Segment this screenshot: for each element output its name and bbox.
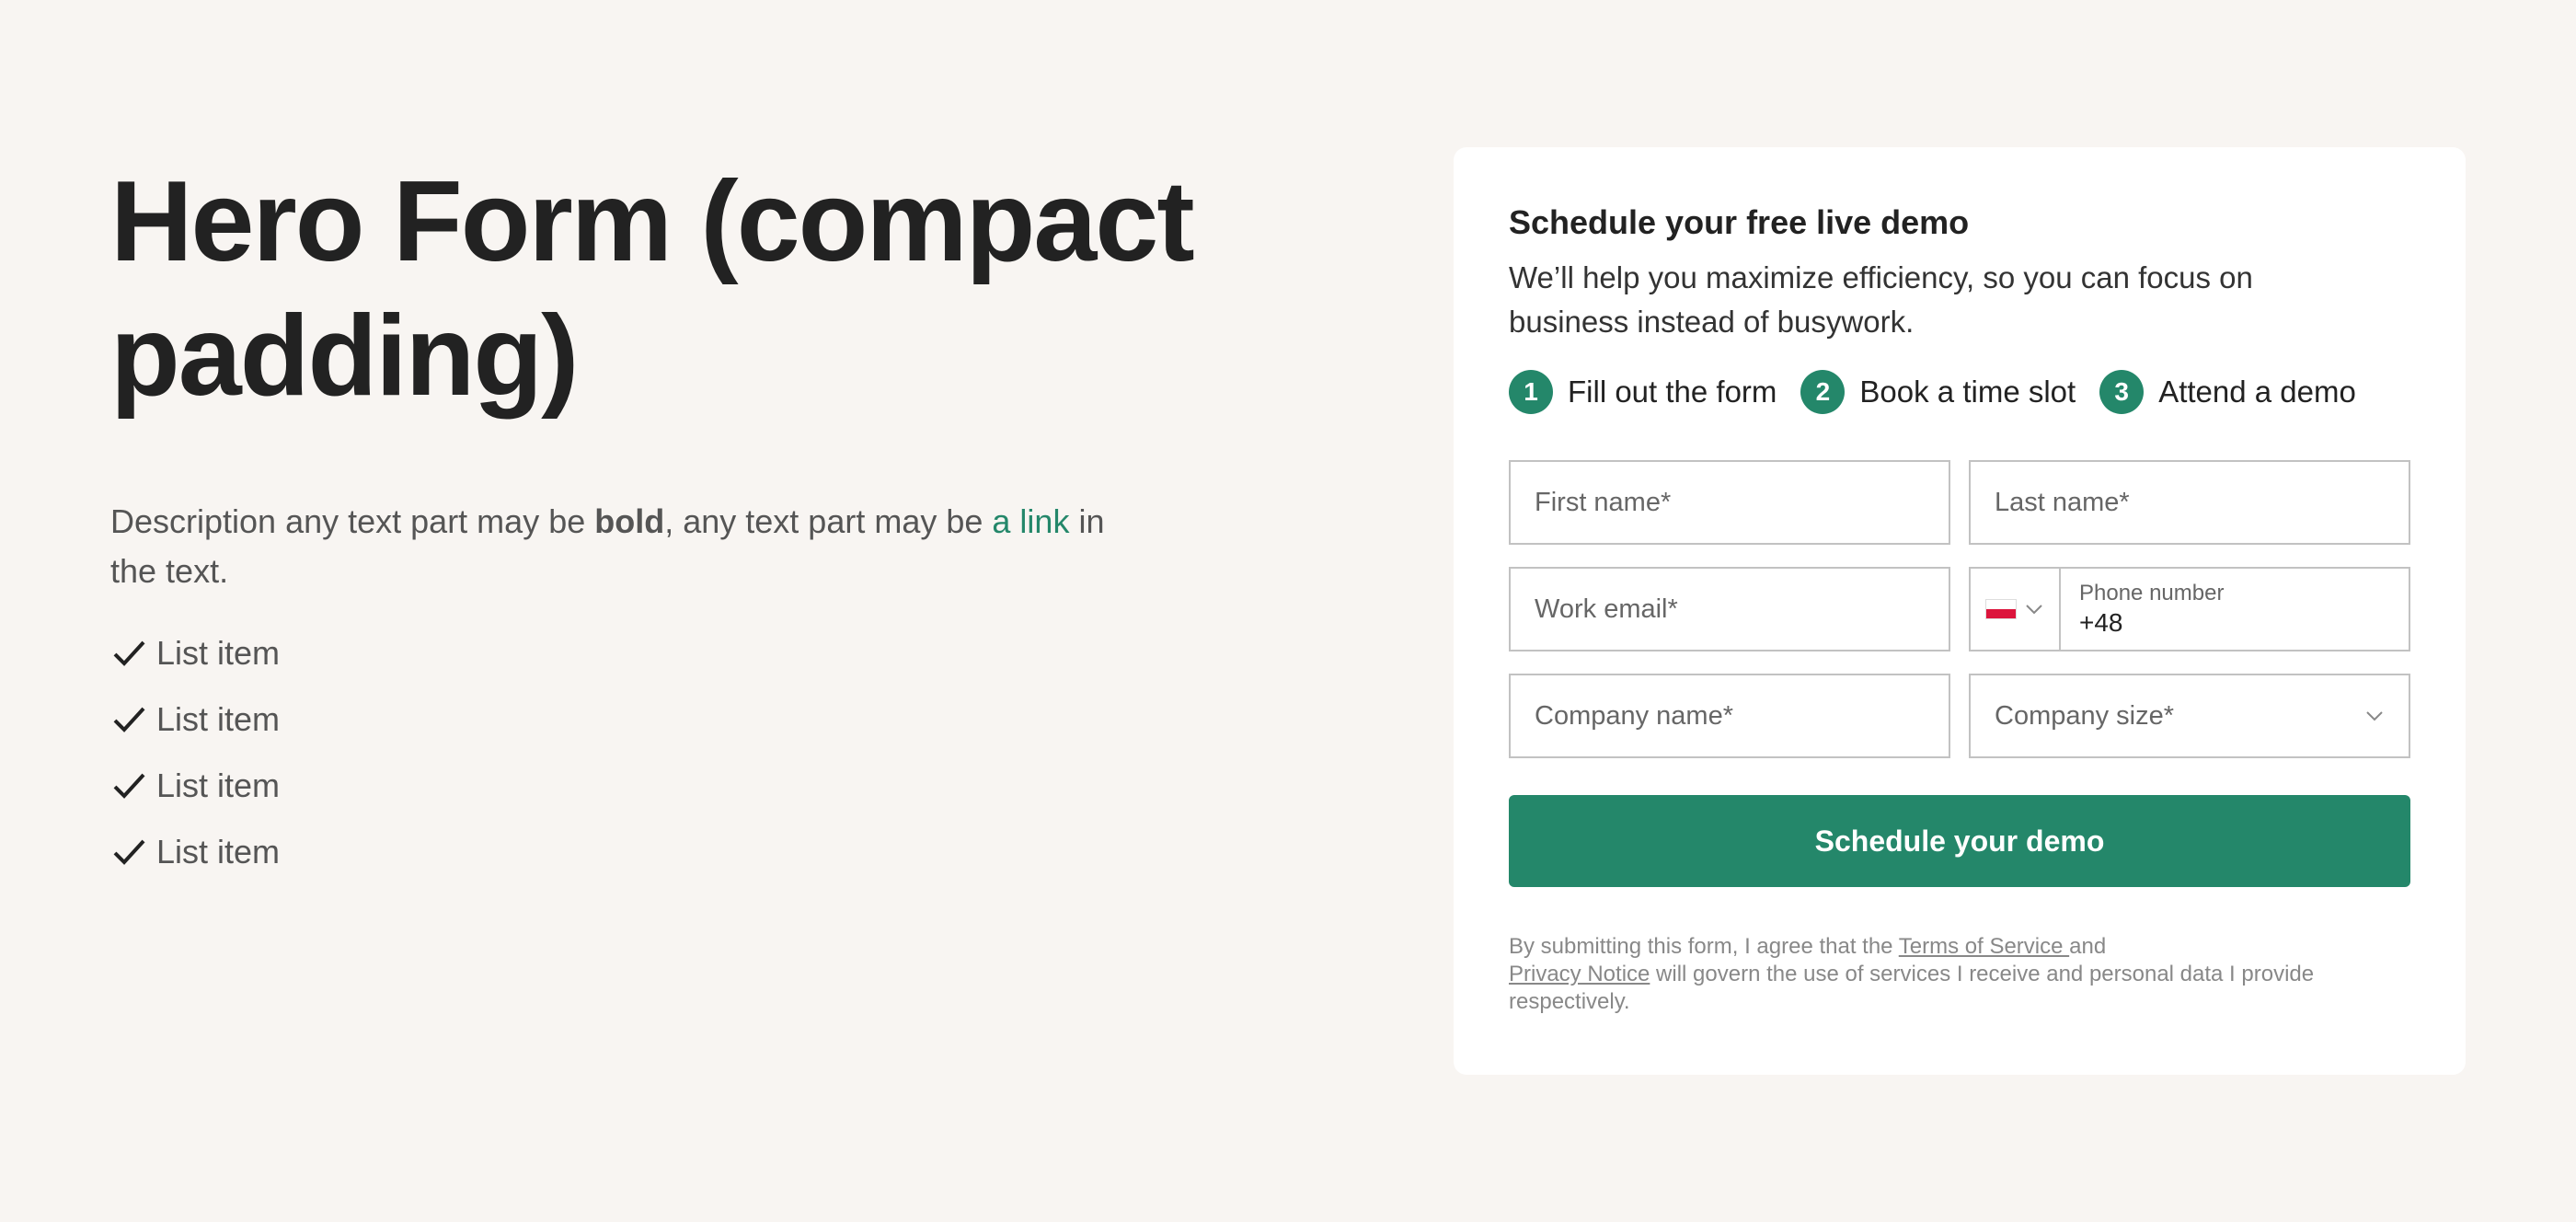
step-label: Book a time slot	[1859, 375, 2076, 409]
legal-text: By submitting this form, I agree that th…	[1509, 934, 1899, 959]
feature-list: List item List item List item List item	[110, 620, 1306, 885]
phone-number-input[interactable]: Phone number +48	[2061, 567, 2409, 651]
check-icon	[110, 834, 147, 870]
steps: 1 Fill out the form 2 Book a time slot 3…	[1509, 368, 2410, 416]
company-name-input[interactable]	[1509, 674, 1950, 758]
check-icon	[110, 635, 147, 672]
demo-form-card: Schedule your free live demo We’ll help …	[1454, 147, 2466, 1075]
work-email-input[interactable]	[1509, 567, 1950, 651]
step-label: Attend a demo	[2158, 375, 2356, 409]
list-item: List item	[110, 620, 1306, 686]
step-3: 3 Attend a demo	[2099, 370, 2356, 414]
list-item: List item	[110, 686, 1306, 753]
phone-number-value: +48	[2079, 608, 2123, 637]
desc-text: Description any text part may be	[110, 502, 595, 540]
step-2: 2 Book a time slot	[1800, 370, 2076, 414]
form-subtitle: We’ll help you maximize efficiency, so y…	[1509, 260, 2253, 339]
desc-link[interactable]: a link	[992, 502, 1069, 540]
step-number-badge: 2	[1800, 370, 1846, 414]
first-name-input[interactable]	[1509, 460, 1950, 545]
phone-field: Phone number +48	[1969, 567, 2410, 651]
list-item-label: List item	[156, 700, 281, 738]
check-icon	[110, 767, 147, 804]
step-1: 1 Fill out the form	[1509, 370, 1777, 414]
step-number-badge: 3	[2099, 370, 2145, 414]
last-name-input[interactable]	[1969, 460, 2410, 545]
form-title: Schedule your free live demo	[1509, 203, 1970, 241]
desc-text-2: , any text part may be	[664, 502, 993, 540]
company-size-placeholder: Company size*	[1995, 700, 2175, 731]
phone-number-label: Phone number	[2079, 581, 2225, 605]
terms-of-service-link[interactable]: Terms of Service	[1899, 934, 2069, 959]
chevron-down-icon	[2026, 605, 2042, 615]
schedule-demo-button[interactable]: Schedule your demo	[1509, 795, 2410, 887]
chevron-down-icon	[2366, 711, 2383, 721]
step-number-badge: 1	[1509, 370, 1553, 414]
hero-title: Hero Form (compact padding)	[110, 158, 1195, 420]
country-code-select[interactable]	[1971, 569, 2061, 650]
list-item: List item	[110, 819, 1306, 885]
check-icon	[110, 701, 147, 738]
step-label: Fill out the form	[1568, 375, 1777, 409]
desc-bold-text: bold	[594, 502, 665, 540]
poland-flag-icon	[1985, 599, 2017, 619]
list-item-label: List item	[156, 634, 281, 672]
list-item-label: List item	[156, 767, 281, 804]
privacy-notice-link[interactable]: Privacy Notice	[1509, 962, 1650, 986]
company-size-select[interactable]: Company size*	[1969, 674, 2410, 758]
legal-and: and	[2069, 934, 2107, 959]
list-item: List item	[110, 753, 1306, 819]
form-fields: Phone number +48 Company size*	[1509, 460, 2410, 758]
legal-notice: By submitting this form, I agree that th…	[1509, 933, 2410, 1016]
hero-section: Hero Form (compact padding) Description …	[110, 155, 1306, 885]
list-item-label: List item	[156, 833, 281, 870]
hero-description: Description any text part may be bold, a…	[110, 497, 1141, 596]
